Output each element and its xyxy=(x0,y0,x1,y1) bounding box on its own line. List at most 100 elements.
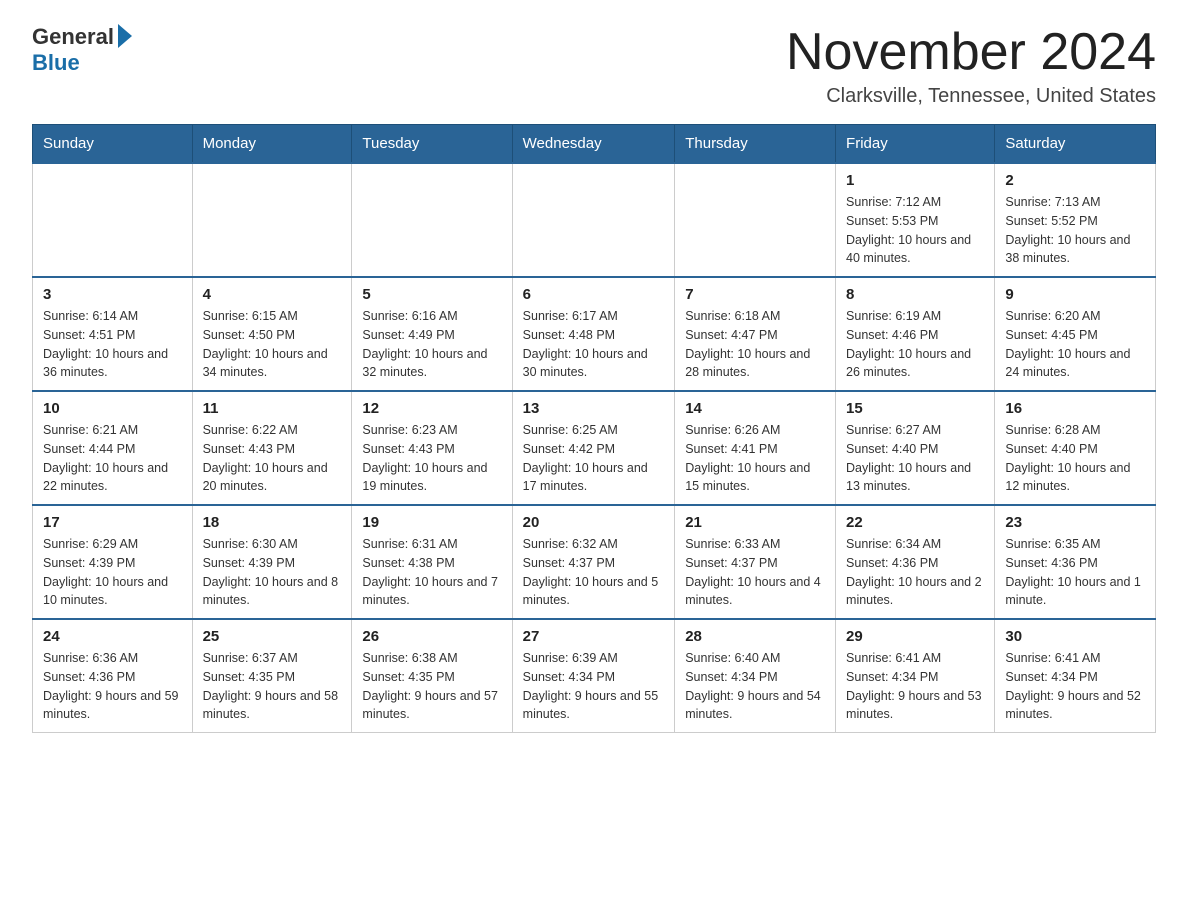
calendar-cell: 13 Sunrise: 6:25 AM Sunset: 4:42 PM Dayli… xyxy=(512,391,675,505)
day-info: Sunrise: 6:15 AM Sunset: 4:50 PM Dayligh… xyxy=(203,307,342,382)
calendar-cell: 5 Sunrise: 6:16 AM Sunset: 4:49 PM Daylig… xyxy=(352,277,512,391)
calendar-cell: 4 Sunrise: 6:15 AM Sunset: 4:50 PM Daylig… xyxy=(192,277,352,391)
day-info: Sunrise: 6:41 AM Sunset: 4:34 PM Dayligh… xyxy=(1005,649,1145,724)
day-info: Sunrise: 6:39 AM Sunset: 4:34 PM Dayligh… xyxy=(523,649,665,724)
day-number: 3 xyxy=(43,286,182,303)
calendar-cell: 10 Sunrise: 6:21 AM Sunset: 4:44 PM Dayli… xyxy=(33,391,193,505)
day-number: 19 xyxy=(362,514,501,531)
day-number: 15 xyxy=(846,400,984,417)
calendar-cell: 30Sunrise: 6:41 AM Sunset: 4:34 PM Dayli… xyxy=(995,619,1156,733)
day-info: Sunrise: 6:20 AM Sunset: 4:45 PM Dayligh… xyxy=(1005,307,1145,382)
logo-blue: Blue xyxy=(32,50,80,76)
calendar-cell xyxy=(675,163,836,277)
day-number: 4 xyxy=(203,286,342,303)
day-info: Sunrise: 6:31 AM Sunset: 4:38 PM Dayligh… xyxy=(362,535,501,610)
day-number: 17 xyxy=(43,514,182,531)
day-info: Sunrise: 6:23 AM Sunset: 4:43 PM Dayligh… xyxy=(362,421,501,496)
day-info: Sunrise: 6:36 AM Sunset: 4:36 PM Dayligh… xyxy=(43,649,182,724)
day-number: 11 xyxy=(203,400,342,417)
day-info: Sunrise: 6:14 AM Sunset: 4:51 PM Dayligh… xyxy=(43,307,182,382)
day-number: 9 xyxy=(1005,286,1145,303)
calendar-cell: 29 Sunrise: 6:41 AM Sunset: 4:34 PM Dayli… xyxy=(836,619,995,733)
day-info: Sunrise: 6:25 AM Sunset: 4:42 PM Dayligh… xyxy=(523,421,665,496)
day-info: Sunrise: 6:29 AM Sunset: 4:39 PM Dayligh… xyxy=(43,535,182,610)
days-header-row: SundayMondayTuesdayWednesdayThursdayFrid… xyxy=(33,125,1156,164)
day-info: Sunrise: 6:21 AM Sunset: 4:44 PM Dayligh… xyxy=(43,421,182,496)
calendar-cell: 12Sunrise: 6:23 AM Sunset: 4:43 PM Dayli… xyxy=(352,391,512,505)
day-info: Sunrise: 6:30 AM Sunset: 4:39 PM Dayligh… xyxy=(203,535,342,610)
calendar-week-5: 24 Sunrise: 6:36 AM Sunset: 4:36 PM Dayli… xyxy=(33,619,1156,733)
day-number: 20 xyxy=(523,514,665,531)
day-info: Sunrise: 6:18 AM Sunset: 4:47 PM Dayligh… xyxy=(685,307,825,382)
calendar-cell: 17 Sunrise: 6:29 AM Sunset: 4:39 PM Dayli… xyxy=(33,505,193,619)
day-of-week-monday: Monday xyxy=(192,125,352,164)
day-number: 28 xyxy=(685,628,825,645)
day-number: 16 xyxy=(1005,400,1145,417)
day-number: 18 xyxy=(203,514,342,531)
day-number: 27 xyxy=(523,628,665,645)
calendar-cell: 19 Sunrise: 6:31 AM Sunset: 4:38 PM Dayli… xyxy=(352,505,512,619)
calendar-cell: 28 Sunrise: 6:40 AM Sunset: 4:34 PM Dayli… xyxy=(675,619,836,733)
calendar-week-4: 17 Sunrise: 6:29 AM Sunset: 4:39 PM Dayli… xyxy=(33,505,1156,619)
day-info: Sunrise: 6:28 AM Sunset: 4:40 PM Dayligh… xyxy=(1005,421,1145,496)
day-number: 23 xyxy=(1005,514,1145,531)
day-of-week-friday: Friday xyxy=(836,125,995,164)
day-info: Sunrise: 7:13 AM Sunset: 5:52 PM Dayligh… xyxy=(1005,193,1145,268)
logo: General xyxy=(32,24,132,50)
location-title: Clarksville, Tennessee, United States xyxy=(786,85,1156,108)
logo-general: General xyxy=(32,24,114,50)
day-number: 24 xyxy=(43,628,182,645)
day-number: 26 xyxy=(362,628,501,645)
month-title: November 2024 xyxy=(786,24,1156,81)
calendar-cell: 7 Sunrise: 6:18 AM Sunset: 4:47 PM Daylig… xyxy=(675,277,836,391)
day-number: 25 xyxy=(203,628,342,645)
day-info: Sunrise: 6:34 AM Sunset: 4:36 PM Dayligh… xyxy=(846,535,984,610)
calendar-cell xyxy=(33,163,193,277)
calendar-cell: 23 Sunrise: 6:35 AM Sunset: 4:36 PM Dayli… xyxy=(995,505,1156,619)
calendar-cell: 3 Sunrise: 6:14 AM Sunset: 4:51 PM Daylig… xyxy=(33,277,193,391)
page-header: General Blue November 2024 Clarksville, … xyxy=(32,24,1156,108)
day-info: Sunrise: 6:38 AM Sunset: 4:35 PM Dayligh… xyxy=(362,649,501,724)
calendar-cell: 22 Sunrise: 6:34 AM Sunset: 4:36 PM Dayli… xyxy=(836,505,995,619)
day-of-week-saturday: Saturday xyxy=(995,125,1156,164)
calendar-cell: 8Sunrise: 6:19 AM Sunset: 4:46 PM Daylig… xyxy=(836,277,995,391)
calendar-cell: 24 Sunrise: 6:36 AM Sunset: 4:36 PM Dayli… xyxy=(33,619,193,733)
day-number: 6 xyxy=(523,286,665,303)
day-number: 5 xyxy=(362,286,501,303)
day-info: Sunrise: 6:16 AM Sunset: 4:49 PM Dayligh… xyxy=(362,307,501,382)
day-of-week-thursday: Thursday xyxy=(675,125,836,164)
calendar-cell: 2 Sunrise: 7:13 AM Sunset: 5:52 PM Daylig… xyxy=(995,163,1156,277)
calendar-week-1: 1Sunrise: 7:12 AM Sunset: 5:53 PM Daylig… xyxy=(33,163,1156,277)
calendar-cell: 9 Sunrise: 6:20 AM Sunset: 4:45 PM Daylig… xyxy=(995,277,1156,391)
calendar-cell: 14Sunrise: 6:26 AM Sunset: 4:41 PM Dayli… xyxy=(675,391,836,505)
calendar-cell: 18 Sunrise: 6:30 AM Sunset: 4:39 PM Dayli… xyxy=(192,505,352,619)
logo-area: General Blue xyxy=(32,24,132,76)
day-info: Sunrise: 6:35 AM Sunset: 4:36 PM Dayligh… xyxy=(1005,535,1145,610)
day-number: 10 xyxy=(43,400,182,417)
day-of-week-wednesday: Wednesday xyxy=(512,125,675,164)
calendar-table: SundayMondayTuesdayWednesdayThursdayFrid… xyxy=(32,124,1156,733)
day-number: 8 xyxy=(846,286,984,303)
day-number: 7 xyxy=(685,286,825,303)
calendar-week-3: 10 Sunrise: 6:21 AM Sunset: 4:44 PM Dayli… xyxy=(33,391,1156,505)
day-info: Sunrise: 6:40 AM Sunset: 4:34 PM Dayligh… xyxy=(685,649,825,724)
calendar-cell: 1Sunrise: 7:12 AM Sunset: 5:53 PM Daylig… xyxy=(836,163,995,277)
day-number: 13 xyxy=(523,400,665,417)
day-info: Sunrise: 6:41 AM Sunset: 4:34 PM Dayligh… xyxy=(846,649,984,724)
calendar-cell: 21Sunrise: 6:33 AM Sunset: 4:37 PM Dayli… xyxy=(675,505,836,619)
calendar-cell xyxy=(512,163,675,277)
calendar-cell: 27 Sunrise: 6:39 AM Sunset: 4:34 PM Dayli… xyxy=(512,619,675,733)
calendar-cell: 26 Sunrise: 6:38 AM Sunset: 4:35 PM Dayli… xyxy=(352,619,512,733)
day-number: 21 xyxy=(685,514,825,531)
day-number: 2 xyxy=(1005,172,1145,189)
calendar-week-2: 3 Sunrise: 6:14 AM Sunset: 4:51 PM Daylig… xyxy=(33,277,1156,391)
day-number: 22 xyxy=(846,514,984,531)
calendar-cell xyxy=(352,163,512,277)
day-info: Sunrise: 6:37 AM Sunset: 4:35 PM Dayligh… xyxy=(203,649,342,724)
day-info: Sunrise: 7:12 AM Sunset: 5:53 PM Dayligh… xyxy=(846,193,984,268)
calendar-cell: 20Sunrise: 6:32 AM Sunset: 4:37 PM Dayli… xyxy=(512,505,675,619)
day-number: 29 xyxy=(846,628,984,645)
day-of-week-sunday: Sunday xyxy=(33,125,193,164)
calendar-cell: 16 Sunrise: 6:28 AM Sunset: 4:40 PM Dayli… xyxy=(995,391,1156,505)
calendar-cell: 25 Sunrise: 6:37 AM Sunset: 4:35 PM Dayli… xyxy=(192,619,352,733)
